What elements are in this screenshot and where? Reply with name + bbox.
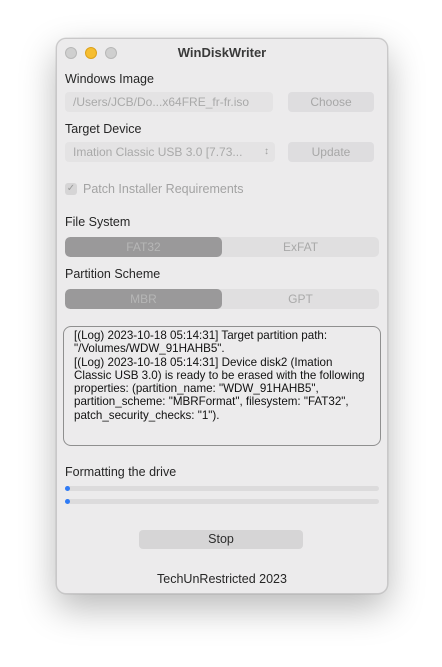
- partition-scheme-label: Partition Scheme: [65, 267, 161, 281]
- windows-image-label: Windows Image: [65, 72, 154, 86]
- progress-bar-secondary-fill: [65, 499, 70, 504]
- log-text-area[interactable]: [(Log) 2023-10-18 05:14:31] Target parti…: [63, 326, 381, 446]
- partition-scheme-segmented-control: MBR GPT: [65, 289, 379, 309]
- file-system-label: File System: [65, 215, 131, 229]
- log-line: [(Log) 2023-10-18 05:14:31] Target parti…: [74, 329, 328, 356]
- patch-installer-checkbox[interactable]: ✓: [65, 183, 77, 195]
- target-device-selected-value: Imation Classic USB 3.0 [7.73...: [73, 145, 243, 159]
- segment-mbr[interactable]: MBR: [65, 289, 222, 309]
- patch-installer-label: Patch Installer Requirements: [83, 182, 244, 196]
- window-title: WinDiskWriter: [177, 45, 267, 60]
- target-device-select[interactable]: Imation Classic USB 3.0 [7.73... ↕: [65, 142, 275, 162]
- status-text: Formatting the drive: [65, 465, 177, 479]
- file-system-segmented-control: FAT32 ExFAT: [65, 237, 379, 257]
- checkmark-icon: ✓: [66, 183, 76, 194]
- update-button[interactable]: Update: [288, 142, 374, 162]
- title-bar: WinDiskWriter: [57, 39, 387, 67]
- progress-bar-primary: [65, 486, 379, 491]
- windows-image-path-field[interactable]: /Users/JCB/Do...x64FRE_fr-fr.iso: [65, 92, 273, 112]
- segment-gpt[interactable]: GPT: [222, 289, 379, 309]
- segment-exfat[interactable]: ExFAT: [222, 237, 379, 257]
- progress-bar-primary-fill: [65, 486, 70, 491]
- target-device-label: Target Device: [65, 122, 142, 136]
- progress-bar-secondary: [65, 499, 379, 504]
- patch-installer-row: ✓ Patch Installer Requirements: [65, 182, 244, 196]
- log-line: [(Log) 2023-10-18 05:14:31] Device disk2…: [74, 355, 365, 422]
- segment-fat32[interactable]: FAT32: [65, 237, 222, 257]
- chevron-updown-icon: ↕: [264, 146, 269, 157]
- app-window: WinDiskWriter Windows Image /Users/JCB/D…: [56, 38, 388, 594]
- choose-button[interactable]: Choose: [288, 92, 374, 112]
- stop-button[interactable]: Stop: [139, 530, 303, 549]
- footer-credit: TechUnRestricted 2023: [157, 572, 287, 586]
